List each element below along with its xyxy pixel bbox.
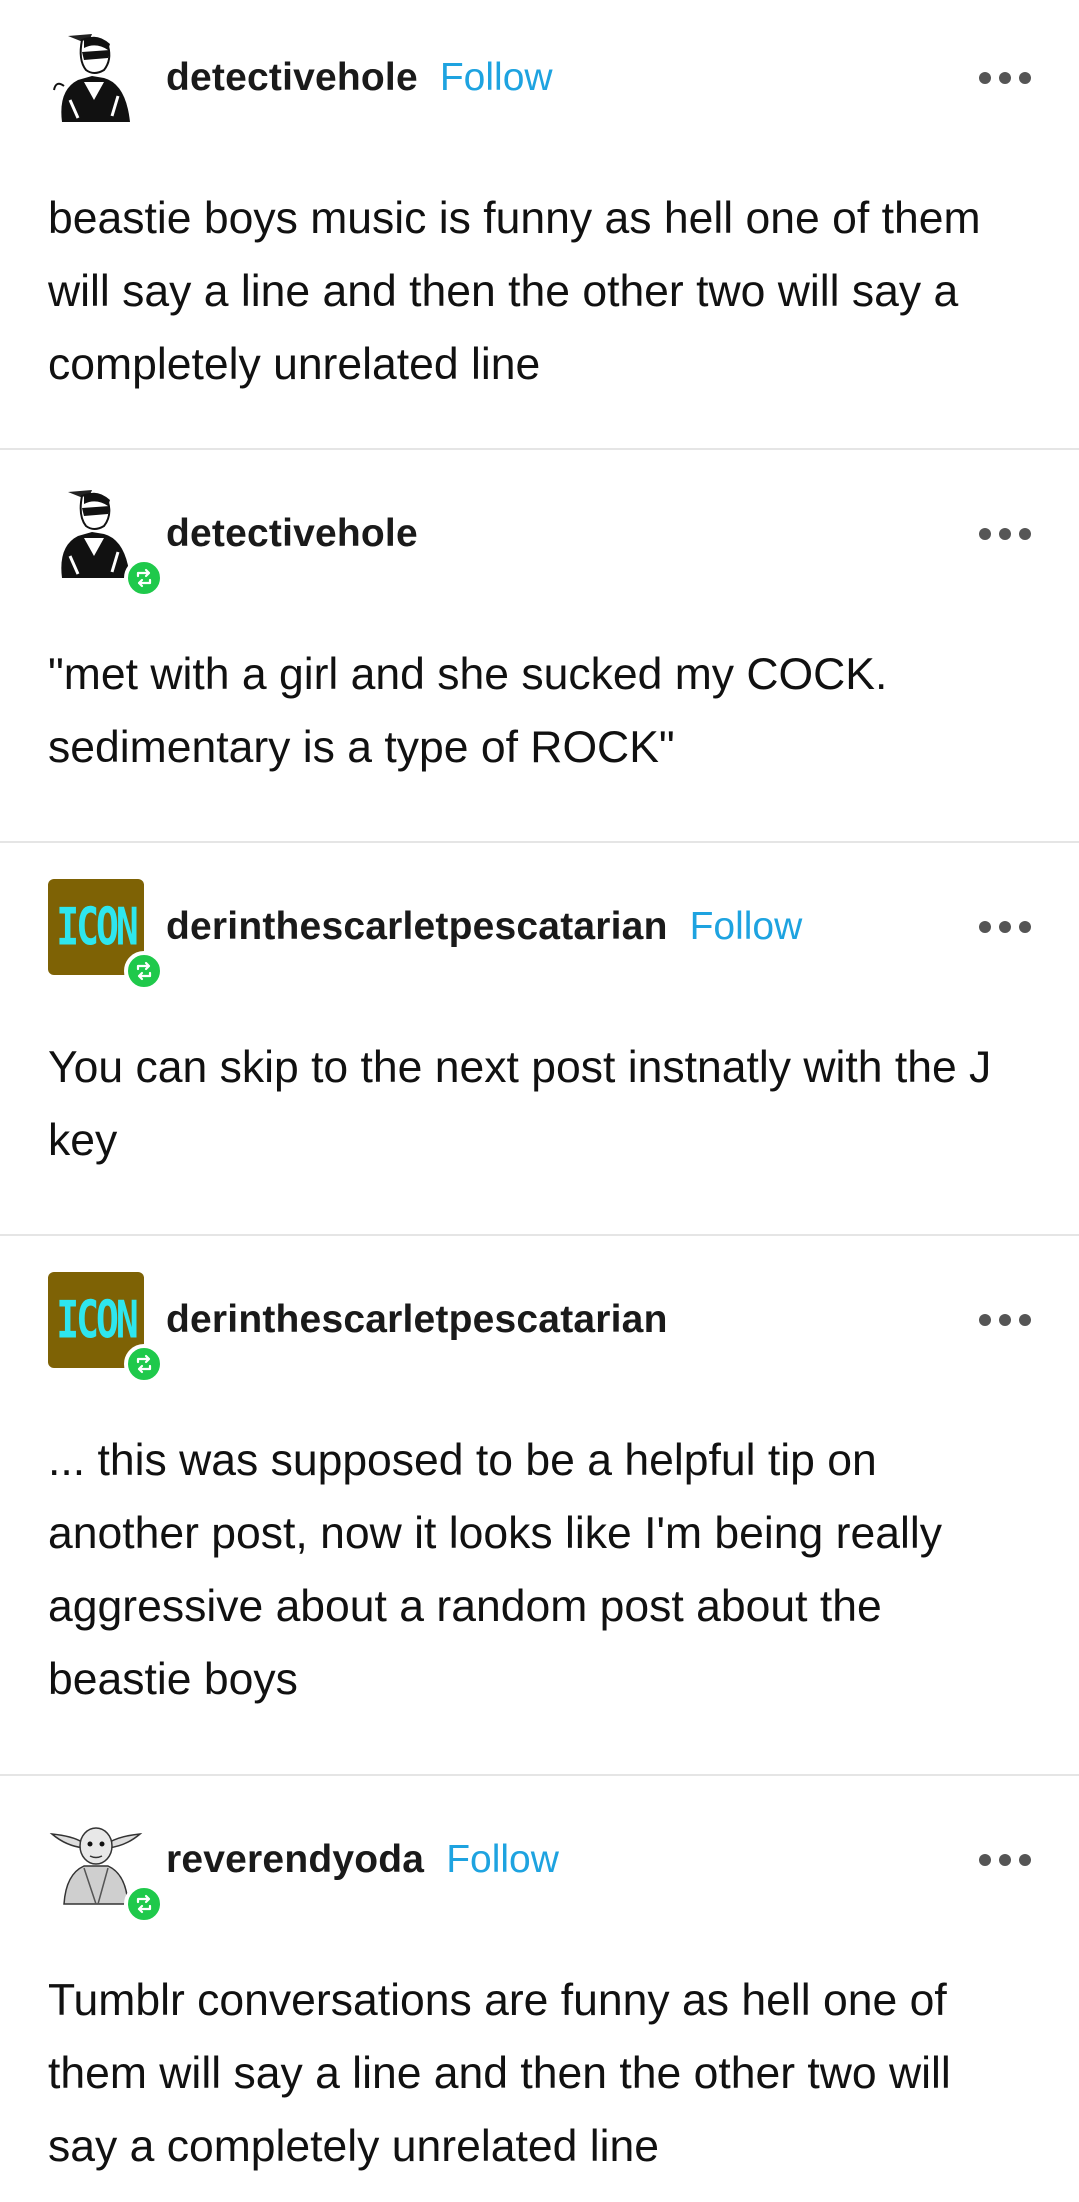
post-body: ... this was supposed to be a helpful ti… [48,1436,942,1704]
avatar-detectivehole[interactable] [48,486,164,598]
post-5: reverendyoda Follow Tumblr conversations… [0,1776,1079,2202]
avatar-derinthescarletpescatarian[interactable]: ICON [48,879,164,991]
avatar-text: ICON [56,1290,138,1350]
more-options-icon[interactable] [979,1850,1031,1870]
username[interactable]: derinthescarletpescatarian [166,1298,668,1342]
sunglasses-man-sketch-icon [48,30,144,126]
post-feed: detectivehole Follow beastie boys music … [0,0,1079,2202]
follow-button[interactable]: Follow [446,1838,559,1882]
post-header: detectivehole [48,482,1031,598]
post-body: beastie boys music is funny as hell one … [48,194,981,389]
username[interactable]: derinthescarletpescatarian [166,905,668,949]
more-options-icon[interactable] [979,68,1031,88]
reblog-icon [124,558,164,598]
avatar-detectivehole[interactable] [48,30,144,126]
follow-button[interactable]: Follow [440,56,553,100]
username[interactable]: reverendyoda [166,1838,424,1882]
post-body: You can skip to the next post instnatly … [48,1043,992,1165]
more-options-icon[interactable] [979,1310,1031,1330]
avatar-derinthescarletpescatarian[interactable]: ICON [48,1272,164,1384]
post-2: detectivehole "met with a girl and she s… [0,450,1079,843]
post-header: reverendyoda Follow [48,1808,1031,1924]
post-3: ICON derinthescarletpescatarian Follow Y… [0,843,1079,1236]
post-body: Tumblr conversations are funny as hell o… [48,1976,951,2171]
avatar-text: ICON [56,897,138,957]
avatar-reverendyoda[interactable] [48,1812,164,1924]
username[interactable]: detectivehole [166,512,418,556]
post-body: "met with a girl and she sucked my COCK.… [48,650,888,772]
post-1: detectivehole Follow beastie boys music … [0,0,1079,450]
follow-button[interactable]: Follow [690,905,803,949]
reblog-icon [124,1884,164,1924]
post-header: ICON derinthescarletpescatarian [48,1268,1031,1384]
post-4: ICON derinthescarletpescatarian ... this… [0,1236,1079,1776]
post-header: detectivehole Follow [48,26,1031,130]
username[interactable]: detectivehole [166,56,418,100]
more-options-icon[interactable] [979,917,1031,937]
reblog-icon [124,951,164,991]
post-header: ICON derinthescarletpescatarian Follow [48,875,1031,991]
more-options-icon[interactable] [979,524,1031,544]
reblog-icon [124,1344,164,1384]
